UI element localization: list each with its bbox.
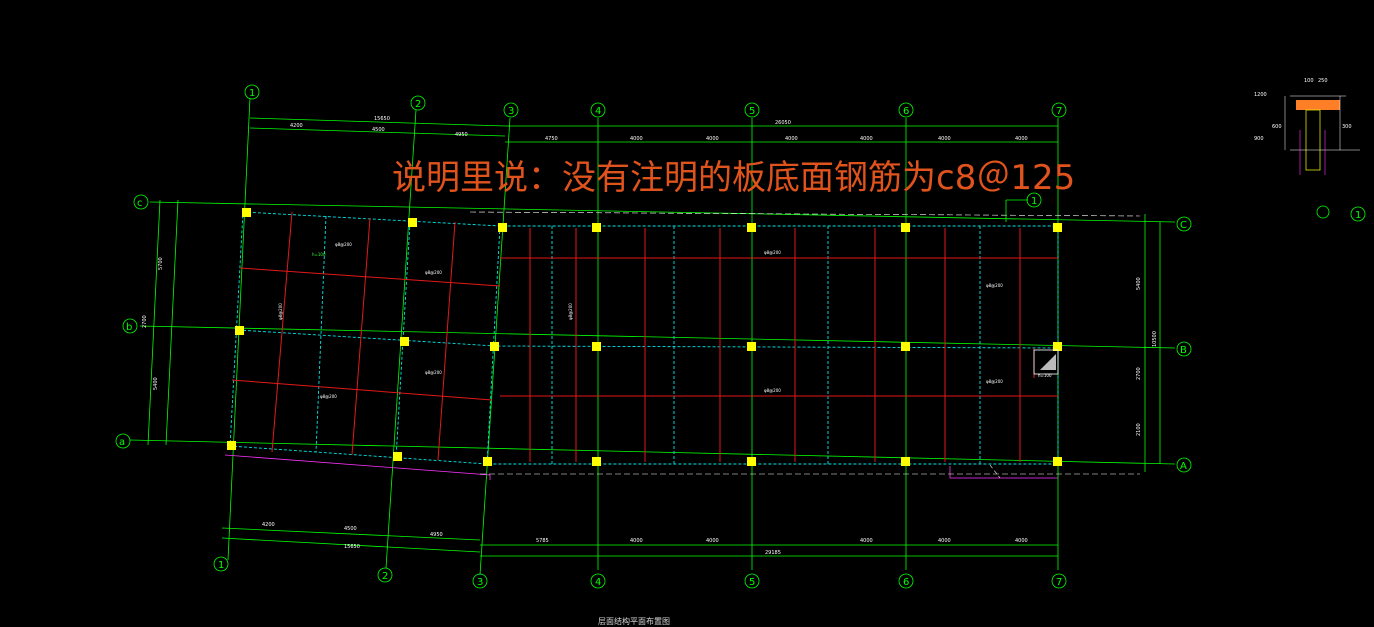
rebars xyxy=(231,211,1058,462)
axis-label: b xyxy=(126,322,132,333)
dim-text: 4000 xyxy=(938,136,951,142)
slab-label: φ8@200 xyxy=(320,394,337,399)
dim-text: 4950 xyxy=(455,132,468,138)
dim-text: 4000 xyxy=(938,538,951,544)
edge-lines xyxy=(224,211,1141,480)
dim-text: 4000 xyxy=(785,136,798,142)
axis-label: B xyxy=(1180,345,1187,356)
axis-label: 1 xyxy=(218,560,224,571)
annotation-text: 说明里说：没有注明的板底面钢筋为c8＠125 xyxy=(392,158,1076,198)
slab-labels: φ8@200 φ8@200 φ8@200 φ8@200 φ8@200 φ8@20… xyxy=(278,242,1052,399)
dim-text: 5400 xyxy=(153,377,159,390)
axis-label: 6 xyxy=(903,106,909,117)
dim-text: 4000 xyxy=(630,136,643,142)
dim-text: 5785 xyxy=(536,538,549,544)
section-label: 600 xyxy=(1272,124,1282,130)
axis-label: a xyxy=(119,437,125,448)
axis-label: 2 xyxy=(415,99,421,110)
axis-label: 7 xyxy=(1056,577,1062,588)
slab-label: φ8@200 xyxy=(764,388,781,393)
dim-text: 15650 xyxy=(374,116,390,122)
dim-text: 15650 xyxy=(344,544,360,550)
axis-bubbles-top: 1 2 3 4 5 6 7 xyxy=(244,84,1067,118)
dim-text: 26050 xyxy=(775,120,791,126)
axis-label: 2 xyxy=(382,571,388,582)
dim-text: 4000 xyxy=(706,136,719,142)
section-label: 250 xyxy=(1318,78,1328,84)
dim-text: 4000 xyxy=(1015,538,1028,544)
drawing-title: 层面结构平面布置图 xyxy=(598,617,670,626)
axis-label: A xyxy=(1180,461,1187,472)
dim-text: 4950 xyxy=(430,532,443,538)
axis-label: C xyxy=(1180,220,1187,231)
top-dimension-texts: 15650 4200 4500 4950 26050 4750 4000 400… xyxy=(290,116,1028,142)
slab-label: φ8@200 xyxy=(568,303,573,320)
stair-detail xyxy=(1033,349,1059,375)
dim-text: 4000 xyxy=(860,136,873,142)
axis-bubbles-right: C B A xyxy=(1176,216,1192,473)
section-label: 300 xyxy=(1342,124,1352,130)
dim-text: 4000 xyxy=(706,538,719,544)
slab-label: φ8@200 xyxy=(425,370,442,375)
slab-label: φ8@200 xyxy=(986,379,1003,384)
section-label: 1200 xyxy=(1254,92,1267,98)
dim-text: 2700 xyxy=(1136,367,1142,380)
section-detail: 1 1200 100 250 600 300 900 xyxy=(1254,78,1366,222)
slab-label: φ8@200 xyxy=(278,303,283,320)
slab-label: φ8@200 xyxy=(425,270,442,275)
axis-label: 7 xyxy=(1056,106,1062,117)
dim-text: 4200 xyxy=(262,522,275,528)
axis-label: 3 xyxy=(477,577,483,588)
axis-label: 5 xyxy=(749,106,755,117)
dim-text: 4200 xyxy=(290,123,303,129)
dim-text: 2100 xyxy=(1136,423,1142,436)
slab-label: φ8@200 xyxy=(986,283,1003,288)
axis-label: c xyxy=(137,198,143,209)
axis-label: 4 xyxy=(595,106,601,117)
axis-bubbles-bottom: 1 2 3 4 5 6 7 xyxy=(213,556,1067,589)
dim-text: 4750 xyxy=(545,136,558,142)
axis-label: 4 xyxy=(595,577,601,588)
dim-text: 4500 xyxy=(372,127,385,133)
slab-thickness: h=100 xyxy=(312,252,326,257)
section-marker-label: 1 xyxy=(1355,210,1361,221)
structural-drawing: 1 2 3 4 5 6 7 1 2 3 4 5 6 7 C B A c b a … xyxy=(115,78,1366,589)
dim-text: 5400 xyxy=(1136,277,1142,290)
section-label: 900 xyxy=(1254,136,1264,142)
dim-text: 10500 xyxy=(1152,331,1158,347)
slab-label: φ8@200 xyxy=(335,242,352,247)
axis-label: 3 xyxy=(508,106,514,117)
dim-text: 5700 xyxy=(158,257,164,270)
dim-text: 2700 xyxy=(142,315,148,328)
bottom-dimension-texts: 4200 4500 4950 15650 5785 4000 4000 4000… xyxy=(262,522,1028,556)
dim-text: 4000 xyxy=(860,538,873,544)
dim-text: 29185 xyxy=(765,550,781,556)
dim-text: 4000 xyxy=(630,538,643,544)
axis-label: 5 xyxy=(749,577,755,588)
axis-label: 1 xyxy=(249,88,255,99)
slab-thickness: h=100 xyxy=(1038,373,1052,378)
section-label: 100 xyxy=(1304,78,1314,84)
axis-label: 6 xyxy=(903,577,909,588)
dim-text: 4500 xyxy=(344,526,357,532)
slab-label: φ8@200 xyxy=(764,250,781,255)
dim-text: 4000 xyxy=(1015,136,1028,142)
